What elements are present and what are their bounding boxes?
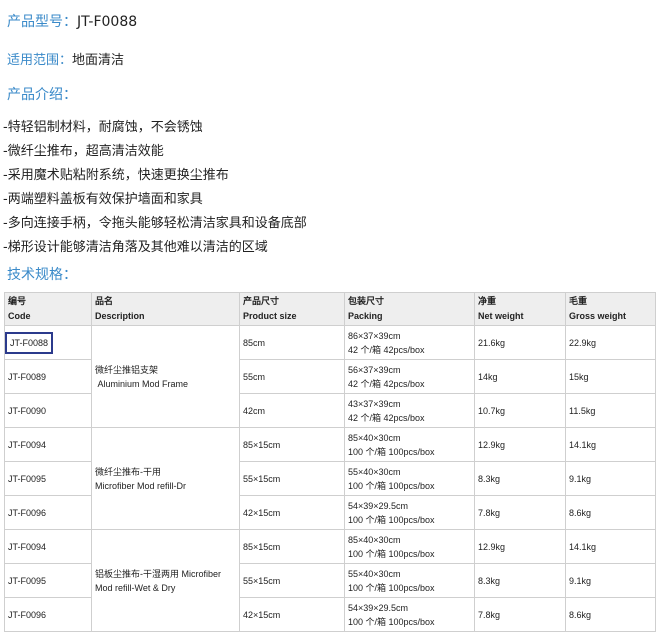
gross-weight-cell: 8.6kg xyxy=(565,597,656,632)
scope-line: 适用范围：地面清洁 xyxy=(7,49,124,68)
header-gross-weight: 毛重 Gross weight xyxy=(565,292,656,326)
header-net-weight: 净重 Net weight xyxy=(474,292,566,326)
model-line: 产品型号：JT-F0088 xyxy=(7,11,137,31)
packing-cell: 85×40×30cm 100 个/箱 100pcs/box xyxy=(344,427,475,462)
packing-cell: 54×39×29.5cm 100 个/箱 100pcs/box xyxy=(344,495,475,530)
feature-item: -特轻铝制材料，耐腐蚀，不会锈蚀 xyxy=(3,120,203,135)
size-cell: 85×15cm xyxy=(239,529,345,564)
size-cell: 85×15cm xyxy=(239,427,345,462)
model-label: 产品型号： xyxy=(7,14,77,30)
net-weight-cell: 7.8kg xyxy=(474,495,566,530)
packing-cell: 54×39×29.5cm 100 个/箱 100pcs/box xyxy=(344,597,475,632)
size-cell: 55×15cm xyxy=(239,563,345,598)
code-cell: JT-F0096 xyxy=(4,495,92,530)
size-cell: 55×15cm xyxy=(239,461,345,496)
scope-label: 适用范围： xyxy=(7,53,73,68)
code-cell: JT-F0096 xyxy=(4,597,92,632)
packing-cell: 43×37×39cm 42 个/箱 42pcs/box xyxy=(344,393,475,428)
header-packing: 包装尺寸 Packing xyxy=(344,292,475,326)
gross-weight-cell: 14.1kg xyxy=(565,529,656,564)
header-product-size: 产品尺寸 Product size xyxy=(239,292,345,326)
net-weight-cell: 14kg xyxy=(474,359,566,394)
size-cell: 42cm xyxy=(239,393,345,428)
gross-weight-cell: 22.9kg xyxy=(565,325,656,360)
size-cell: 55cm xyxy=(239,359,345,394)
spec-table: 编号 Code 品名 Description 产品尺寸 Product size 包装… xyxy=(4,292,656,632)
net-weight-cell: 7.8kg xyxy=(474,597,566,632)
packing-cell: 56×37×39cm 42 个/箱 42pcs/box xyxy=(344,359,475,394)
code-cell: JT-F0094 xyxy=(4,529,92,564)
net-weight-cell: 10.7kg xyxy=(474,393,566,428)
gross-weight-cell: 8.6kg xyxy=(565,495,656,530)
code-cell: JT-F0095 xyxy=(4,461,92,496)
spec-title: 技术规格： xyxy=(7,267,77,283)
feature-item: -采用魔术贴粘附系统，快速更换尘推布 xyxy=(3,168,229,183)
model-value: JT-F0088 xyxy=(77,14,138,30)
size-cell: 42×15cm xyxy=(239,597,345,632)
header-code: 编号 Code xyxy=(4,292,92,326)
description-cell: 微纤尘推布-干用 Microfiber Mod refill-Dr xyxy=(91,427,240,530)
selected-code[interactable]: JT-F0088 xyxy=(5,331,54,354)
size-cell: 42×15cm xyxy=(239,495,345,530)
gross-weight-cell: 9.1kg xyxy=(565,563,656,598)
feature-item: -两端塑料盖板有效保护墙面和家具 xyxy=(3,192,203,207)
net-weight-cell: 12.9kg xyxy=(474,427,566,462)
code-cell: JT-F0095 xyxy=(4,563,92,598)
table-row: JT-F0094 铝板尘推布-干湿两用 Microfiber Mod refill… xyxy=(4,529,656,632)
code-cell: JT-F0090 xyxy=(4,393,92,428)
description-cell: 铝板尘推布-干湿两用 Microfiber Mod refill-Wet & Dr… xyxy=(91,529,240,632)
size-cell: 85cm xyxy=(239,325,345,360)
packing-cell: 85×40×30cm 100 个/箱 100pcs/box xyxy=(344,529,475,564)
packing-cell: 86×37×39cm 42 个/箱 42pcs/box xyxy=(344,325,475,360)
packing-cell: 55×40×30cm 100 个/箱 100pcs/box xyxy=(344,461,475,496)
net-weight-cell: 8.3kg xyxy=(474,563,566,598)
net-weight-cell: 8.3kg xyxy=(474,461,566,496)
gross-weight-cell: 15kg xyxy=(565,359,656,394)
code-cell: JT-F0094 xyxy=(4,427,92,462)
net-weight-cell: 21.6kg xyxy=(474,325,566,360)
code-cell: JT-F0089 xyxy=(4,359,92,394)
feature-item: -梯形设计能够清洁角落及其他难以清洁的区域 xyxy=(3,240,268,255)
table-header-row: 编号 Code 品名 Description 产品尺寸 Product size 包装… xyxy=(4,292,656,326)
packing-cell: 55×40×30cm 100 个/箱 100pcs/box xyxy=(344,563,475,598)
gross-weight-cell: 9.1kg xyxy=(565,461,656,496)
feature-item: -多向连接手柄，令拖头能够轻松清洁家具和设备底部 xyxy=(3,216,307,231)
gross-weight-cell: 11.5kg xyxy=(565,393,656,428)
table-row: JT-F0088 微纤尘推铝支架 Aluminium Mod Frame 85c… xyxy=(4,325,656,428)
gross-weight-cell: 14.1kg xyxy=(565,427,656,462)
feature-item: -微纤尘推布，超高清洁效能 xyxy=(3,144,164,159)
code-cell: JT-F0088 xyxy=(4,325,92,360)
intro-title: 产品介绍： xyxy=(7,87,77,103)
table-row: JT-F0094 微纤尘推布-干用 Microfiber Mod refill-D… xyxy=(4,427,656,530)
header-description: 品名 Description xyxy=(91,292,240,326)
description-cell: 微纤尘推铝支架 Aluminium Mod Frame xyxy=(91,325,240,428)
net-weight-cell: 12.9kg xyxy=(474,529,566,564)
scope-value: 地面清洁 xyxy=(72,53,125,68)
